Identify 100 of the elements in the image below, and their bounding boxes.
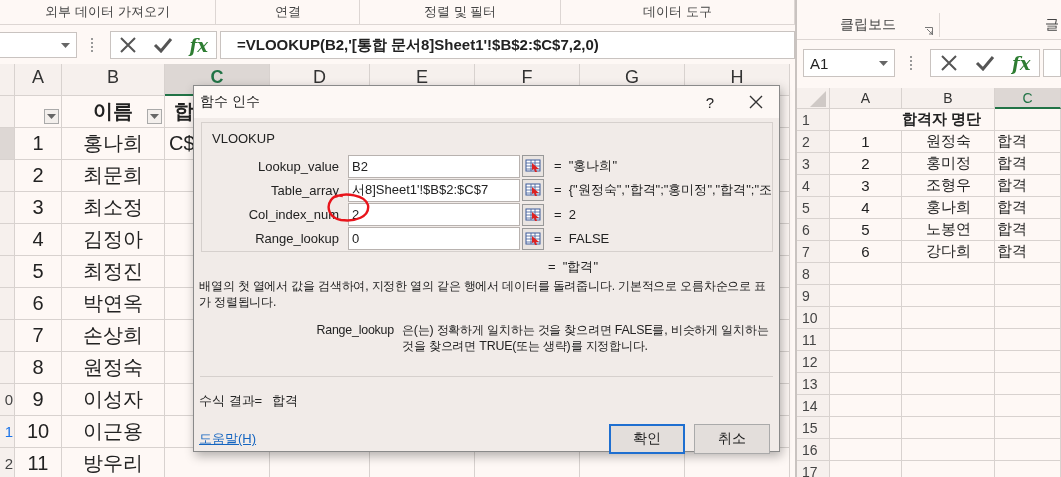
row-header[interactable]: 2 — [0, 448, 15, 477]
formula-result-label: 수식 결과= — [199, 392, 263, 410]
range-select-icon[interactable] — [521, 179, 544, 202]
table-cell: 원정숙 — [902, 131, 995, 153]
row-header[interactable] — [0, 192, 15, 224]
row-header[interactable]: 15 — [797, 417, 830, 439]
column-header[interactable]: B — [902, 88, 995, 109]
name-box[interactable]: A1 — [803, 49, 895, 77]
formula-result-value: 합격 — [272, 392, 299, 410]
argument-field[interactable]: 서8]Sheet1'!$B$2:$C$7 — [347, 178, 520, 202]
argument-field[interactable]: 0 — [348, 227, 520, 251]
cancel-icon[interactable] — [119, 36, 138, 54]
row-header[interactable]: 2 — [797, 131, 830, 153]
table-cell: 합격 — [995, 241, 1061, 263]
check-icon[interactable] — [153, 37, 174, 53]
table-cell: 5 — [15, 256, 62, 288]
row-header[interactable] — [0, 256, 15, 288]
row-header[interactable]: 1 — [0, 416, 15, 448]
insert-function-button[interactable]: fx — [189, 34, 208, 56]
table-cell: 3 — [830, 175, 902, 197]
table-cell: 4 — [15, 224, 62, 256]
row-header[interactable]: 10 — [797, 307, 830, 329]
row-header[interactable]: 6 — [797, 219, 830, 241]
row-header[interactable]: 12 — [797, 351, 830, 373]
range-select-icon[interactable] — [522, 203, 544, 226]
row-header[interactable]: 0 — [0, 384, 15, 416]
row-header[interactable]: 5 — [797, 197, 830, 219]
row-header[interactable]: 1 — [797, 109, 830, 131]
argument-name: Range_lookup — [315, 322, 395, 339]
table-cell: 박연옥 — [62, 288, 165, 320]
cancel-icon[interactable] — [939, 54, 958, 72]
row-header[interactable]: 14 — [797, 395, 830, 417]
table-cell: 원정숙 — [62, 352, 165, 384]
table-cell: 홍미정 — [902, 153, 995, 175]
row-header[interactable]: 4 — [797, 175, 830, 197]
table-cell: 합격 — [995, 219, 1061, 241]
row-header[interactable] — [0, 224, 15, 256]
dialog-button[interactable]: 확인 — [609, 424, 685, 454]
corner-header[interactable] — [0, 64, 15, 96]
argument-result: = FALSE — [554, 231, 610, 247]
table-cell: 8 — [15, 352, 62, 384]
table-cell: 최정진 — [62, 256, 165, 288]
filter-button[interactable] — [147, 109, 162, 124]
range-select-icon[interactable] — [522, 227, 544, 250]
table-cell: 손상희 — [62, 320, 165, 352]
table-cell: 1 — [15, 128, 62, 160]
name-box[interactable] — [0, 32, 77, 58]
row-header[interactable] — [0, 128, 15, 160]
table-cell: 11 — [15, 448, 62, 477]
row-header[interactable]: 13 — [797, 373, 830, 395]
table-cell: 2 — [15, 160, 62, 192]
dialog-launcher-icon[interactable] — [925, 27, 933, 35]
range-select-icon[interactable] — [522, 155, 544, 178]
table-cell: 김정아 — [62, 224, 165, 256]
check-icon[interactable] — [974, 55, 995, 71]
formula-field[interactable] — [1043, 49, 1061, 77]
row-header[interactable] — [0, 352, 15, 384]
insert-function-button[interactable]: fx — [1011, 52, 1031, 74]
row-header[interactable]: 16 — [797, 439, 830, 461]
table-cell-text: 이름 — [93, 99, 133, 124]
dialog-title: 함수 인수 — [200, 93, 261, 111]
table-cell: 합격 — [995, 131, 1061, 153]
function-result-preview: = "합격" — [548, 258, 599, 276]
dialog-button[interactable]: 취소 — [694, 424, 770, 454]
row-header[interactable] — [0, 160, 15, 192]
table-cell: 7 — [15, 320, 62, 352]
select-all-icon[interactable] — [810, 91, 826, 107]
row-header[interactable]: 8 — [797, 263, 830, 285]
argument-label: Table_array — [270, 182, 340, 198]
row-header[interactable]: 11 — [797, 329, 830, 351]
table-cell: 3 — [15, 192, 62, 224]
help-button[interactable]: ? — [687, 93, 733, 111]
row-header[interactable]: 17 — [797, 461, 830, 477]
column-header[interactable]: C — [995, 88, 1061, 109]
column-header[interactable]: B — [62, 64, 165, 96]
ribbon-group-label: 정렬 및 필터 — [424, 3, 497, 21]
empty-cell — [995, 329, 1061, 351]
table-cell: 최문희 — [62, 160, 165, 192]
argument-field[interactable]: B2 — [348, 154, 520, 178]
row-header[interactable] — [0, 288, 15, 320]
empty-cell — [995, 263, 1061, 285]
column-header[interactable]: A — [15, 64, 62, 96]
row-header[interactable]: 9 — [797, 285, 830, 307]
row-header[interactable]: 7 — [797, 241, 830, 263]
column-header[interactable]: A — [830, 88, 902, 109]
table-cell: 방우리 — [62, 448, 165, 477]
help-link[interactable]: 도움말(H) — [199, 430, 609, 448]
dropdown-caret-icon — [879, 60, 888, 66]
row-header[interactable] — [0, 96, 15, 128]
table-cell: 홍나희 — [902, 197, 995, 219]
table-cell: 합격자 명단 — [830, 109, 995, 131]
formula-field[interactable]: =VLOOKUP(B2,'[통합 문서8]Sheet1'!$B$2:$C$7,2,0) — [220, 31, 795, 59]
ribbon-group-label: 외부 데이터 가져오기 — [45, 3, 170, 21]
row-header[interactable] — [0, 320, 15, 352]
dropdown-caret-icon — [150, 114, 159, 119]
empty-cell — [995, 307, 1061, 329]
filter-button[interactable] — [44, 109, 59, 124]
close-icon[interactable] — [749, 95, 763, 109]
table-cell: 강다희 — [902, 241, 995, 263]
row-header[interactable]: 3 — [797, 153, 830, 175]
